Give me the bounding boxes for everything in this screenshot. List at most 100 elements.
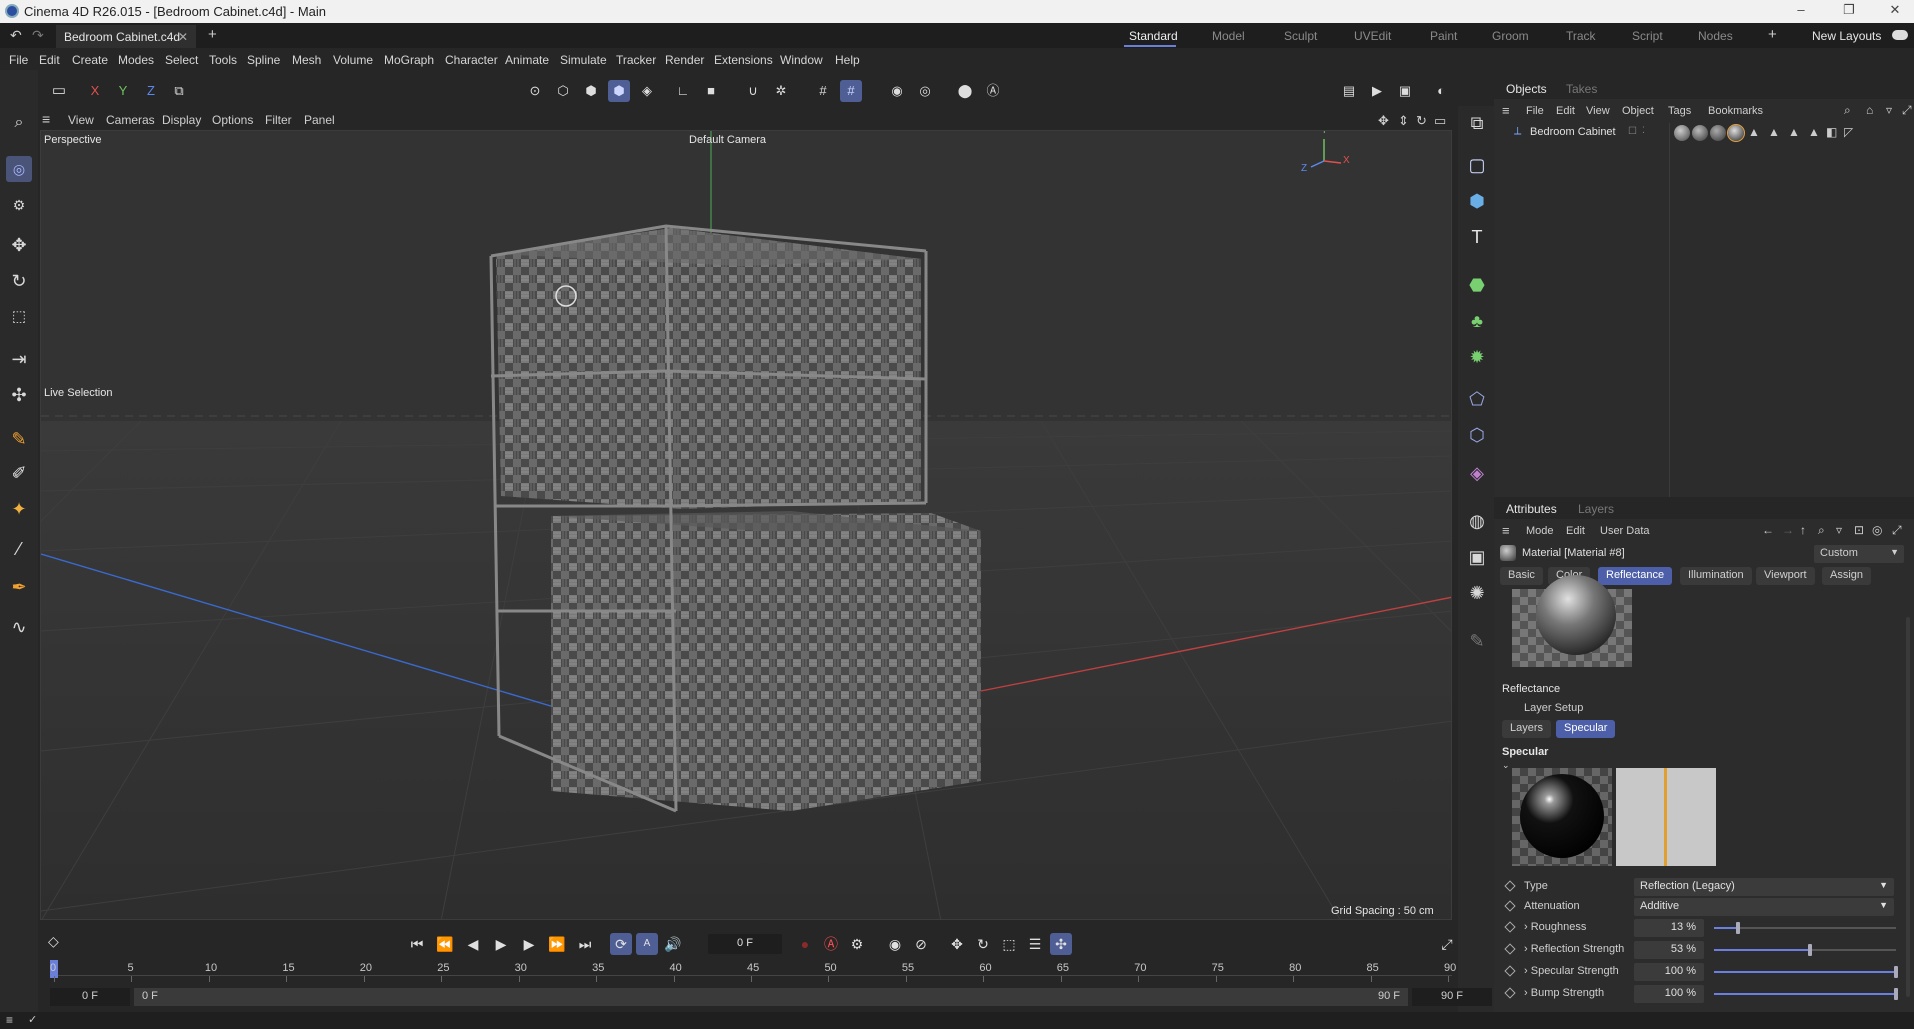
attributes-scrollbar[interactable]: [1906, 617, 1910, 997]
layers-button[interactable]: Layers: [1502, 720, 1552, 738]
current-frame-field[interactable]: 0 F: [708, 934, 782, 954]
spline-sketch-icon[interactable]: ∿: [6, 614, 32, 640]
layout-tab-standard[interactable]: Standard: [1129, 29, 1178, 43]
attenuation-dropdown[interactable]: Additive ▼: [1634, 898, 1894, 916]
specular-strength-input[interactable]: 100 %: [1634, 963, 1704, 981]
bump-strength-input[interactable]: 100 %: [1634, 985, 1704, 1003]
motion-icon[interactable]: ◉: [884, 933, 906, 955]
layout-toggle[interactable]: [1892, 30, 1908, 40]
go-to-start-icon[interactable]: ⏮: [406, 933, 428, 955]
brush-icon[interactable]: ✎: [6, 426, 32, 452]
attributes-menu-user-data[interactable]: User Data: [1600, 525, 1650, 537]
rotate-icon[interactable]: ↻: [6, 268, 32, 294]
mat-tab-reflectance[interactable]: Reflectance: [1598, 567, 1673, 585]
forward-arrow-icon[interactable]: →: [1782, 523, 1794, 537]
menu-volume[interactable]: Volume: [333, 53, 373, 67]
scale-key-icon[interactable]: ⬚: [998, 933, 1020, 955]
snap-settings-icon[interactable]: ✲: [770, 80, 792, 102]
rotate-view-icon[interactable]: ↻: [1416, 113, 1427, 129]
snap-magnet-icon[interactable]: ∪: [742, 80, 764, 102]
y-axis-lock-button[interactable]: Y: [112, 80, 134, 102]
keyframe-diamond-icon[interactable]: [1504, 921, 1516, 933]
menu-animate[interactable]: Animate: [505, 53, 549, 67]
go-to-end-icon[interactable]: ⏭: [574, 933, 596, 955]
workplane-icon[interactable]: ■: [700, 80, 722, 102]
viewport-menu-filter[interactable]: Filter: [265, 113, 292, 127]
back-arrow-icon[interactable]: ←: [1762, 523, 1774, 537]
polygons-mode-icon[interactable]: ⬢: [580, 80, 602, 102]
layout-tab-groom[interactable]: Groom: [1492, 29, 1529, 43]
menu-modes[interactable]: Modes: [118, 53, 154, 67]
menu-window[interactable]: Window: [780, 53, 823, 67]
model-mode-icon[interactable]: ⬢: [608, 80, 630, 102]
tab-takes[interactable]: Takes: [1566, 82, 1597, 96]
roughness-slider[interactable]: [1714, 922, 1896, 934]
document-tab[interactable]: Bedroom Cabinet.c4d ✕: [56, 25, 196, 48]
reflection-strength-input[interactable]: 53 %: [1634, 941, 1704, 959]
viewport-3d[interactable]: Y Z X Perspective Default Camera Live Se…: [40, 130, 1452, 920]
start-frame-field[interactable]: 0 F: [50, 988, 130, 1006]
menu-extensions[interactable]: Extensions: [714, 53, 773, 67]
menu-create[interactable]: Create: [72, 53, 108, 67]
end-frame-field[interactable]: 90 F: [1412, 988, 1492, 1006]
add-layout-icon[interactable]: +: [1768, 26, 1777, 43]
tab-attributes[interactable]: Attributes: [1506, 502, 1557, 516]
render-settings-icon[interactable]: ◐: [1430, 80, 1452, 102]
transfer-icon[interactable]: ⇥: [6, 346, 32, 372]
sculpt-icon[interactable]: ✦: [6, 496, 32, 522]
polygon-selection-tag-icon[interactable]: ▲: [1808, 125, 1820, 139]
objects-menu-view[interactable]: View: [1586, 105, 1610, 117]
objects-menu-edit[interactable]: Edit: [1556, 105, 1575, 117]
camera-label[interactable]: Default Camera: [689, 134, 766, 146]
attributes-expand-icon[interactable]: ⤢: [1892, 523, 1902, 538]
texture-mode-icon[interactable]: ◈: [636, 80, 658, 102]
edges-mode-icon[interactable]: ⬡: [552, 80, 574, 102]
mat-tab-basic[interactable]: Basic: [1500, 567, 1543, 585]
objects-menu-tags[interactable]: Tags: [1668, 105, 1691, 117]
spline-pen-icon[interactable]: ✒: [6, 574, 32, 600]
pan-view-icon[interactable]: ✥: [1378, 113, 1389, 129]
null-object-icon[interactable]: ▢: [1464, 152, 1490, 178]
material-tag-icon[interactable]: [1727, 124, 1745, 142]
tab-layers[interactable]: Layers: [1578, 502, 1614, 516]
menu-character[interactable]: Character: [445, 53, 498, 67]
menu-simulate[interactable]: Simulate: [560, 53, 607, 67]
coordinate-system-icon[interactable]: ⧉: [168, 80, 190, 102]
camera-object-icon[interactable]: ▣: [1464, 544, 1490, 570]
next-frame-icon[interactable]: ▶: [518, 933, 540, 955]
previous-frame-icon[interactable]: ◀: [462, 933, 484, 955]
quantize-icon[interactable]: #: [840, 80, 862, 102]
paint-icon[interactable]: ⁄: [6, 536, 32, 562]
attributes-filter-icon[interactable]: ▿: [1836, 523, 1842, 537]
mat-tab-assign[interactable]: Assign: [1822, 567, 1872, 585]
environment-icon[interactable]: ◈: [1464, 460, 1490, 486]
soft-selection-icon[interactable]: ◎: [914, 80, 936, 102]
minimize-button[interactable]: –: [1786, 2, 1816, 17]
phong-tag-icon[interactable]: ◸: [1844, 125, 1853, 139]
material-tag-icon[interactable]: [1710, 125, 1726, 141]
deformer-icon[interactable]: ✹: [1464, 344, 1490, 370]
polygon-selection-tag-icon[interactable]: ▲: [1748, 125, 1760, 139]
menu-file[interactable]: File: [9, 53, 28, 67]
menu-select[interactable]: Select: [165, 53, 198, 67]
attributes-menu-edit[interactable]: Edit: [1566, 525, 1585, 537]
parameter-key-icon[interactable]: ☰: [1024, 933, 1046, 955]
axis-mode-icon[interactable]: ∟: [672, 80, 694, 102]
redo-icon[interactable]: ↷: [32, 27, 44, 44]
objects-expand-icon[interactable]: ⤢: [1902, 103, 1912, 118]
menu-mograph[interactable]: MoGraph: [384, 53, 434, 67]
autokey-icon[interactable]: Ⓐ: [820, 933, 842, 955]
type-dropdown[interactable]: Reflection (Legacy) ▼: [1634, 878, 1894, 896]
viewport-hamburger-icon[interactable]: ≡: [42, 111, 50, 127]
attributes-settings-icon[interactable]: ◎: [1872, 523, 1882, 537]
search-icon[interactable]: ⌕: [6, 110, 32, 136]
sound-icon[interactable]: 🔊: [662, 933, 684, 955]
dolly-view-icon[interactable]: ⇕: [1398, 113, 1409, 129]
polygon-pen-icon[interactable]: ✣: [6, 382, 32, 408]
viewport-menu-display[interactable]: Display: [162, 113, 201, 127]
close-window-button[interactable]: ✕: [1880, 2, 1910, 18]
maximize-button[interactable]: ❐: [1834, 2, 1864, 18]
layout-tab-script[interactable]: Script: [1632, 29, 1663, 43]
menu-spline[interactable]: Spline: [247, 53, 280, 67]
keyframe-diamond-icon[interactable]: [1504, 943, 1516, 955]
